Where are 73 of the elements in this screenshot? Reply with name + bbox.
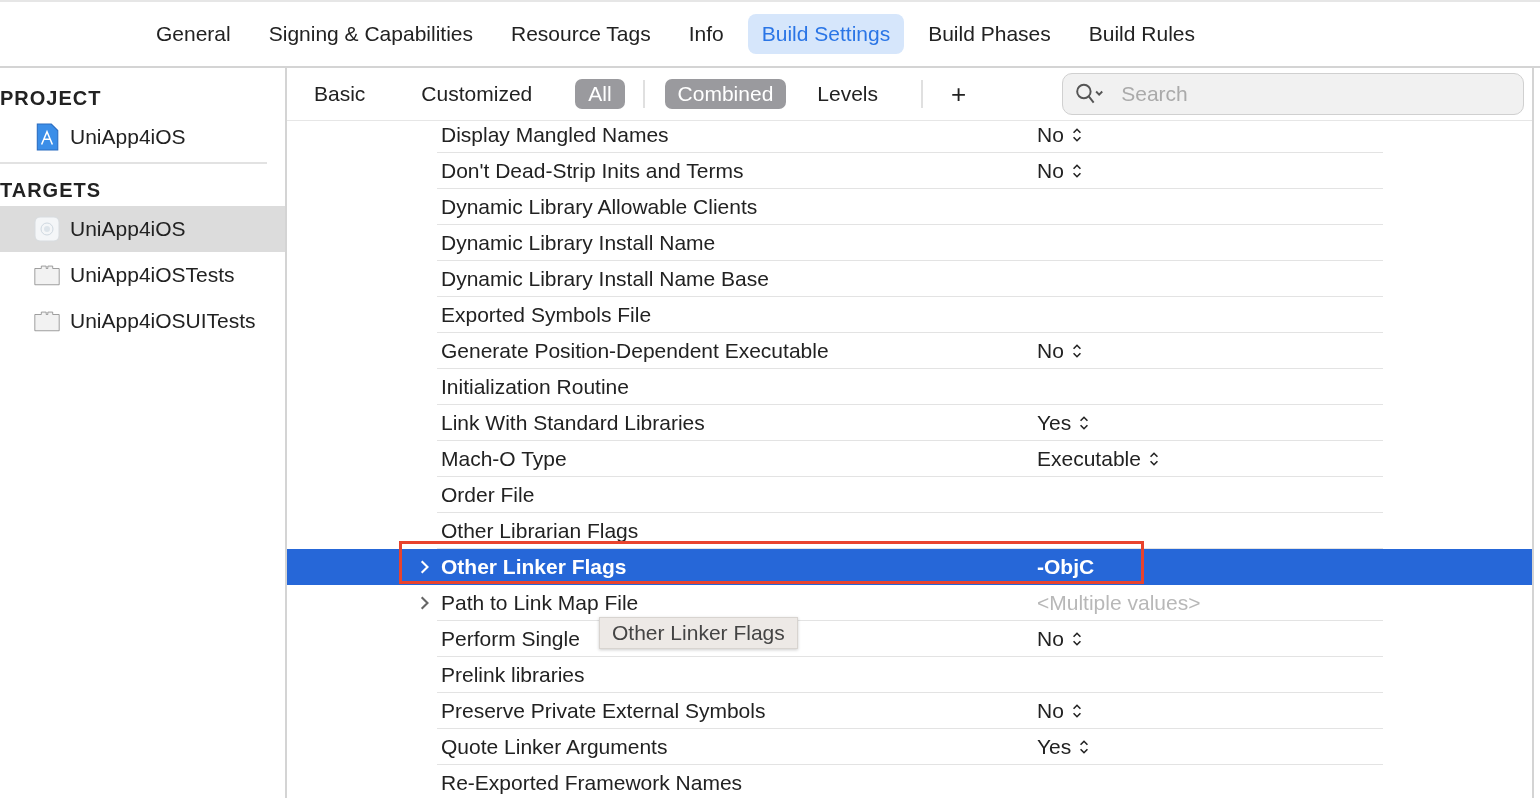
setting-name: Dynamic Library Install Name Base xyxy=(441,266,769,290)
setting-name: Quote Linker Arguments xyxy=(441,734,668,758)
setting-row[interactable]: Don't Dead-Strip Inits and Terms No xyxy=(287,153,1532,189)
tab[interactable]: Info xyxy=(674,14,738,54)
up-down-icon xyxy=(1071,342,1082,359)
setting-value[interactable]: Yes xyxy=(1037,410,1072,435)
setting-name: Dynamic Library Allowable Clients xyxy=(441,194,758,218)
setting-value[interactable]: Executable xyxy=(1037,446,1141,471)
up-down-icon xyxy=(1071,162,1082,179)
setting-value[interactable]: No xyxy=(1037,626,1064,651)
setting-name: Display Mangled Names xyxy=(441,122,669,146)
setting-value[interactable]: No xyxy=(1037,698,1064,723)
setting-row[interactable]: Mach-O Type Executable xyxy=(287,441,1532,477)
setting-name: Mach-O Type xyxy=(441,446,567,470)
tab[interactable]: Build Phases xyxy=(914,14,1065,54)
up-down-icon xyxy=(1071,630,1082,647)
tooltip: Other Linker Flags xyxy=(599,617,798,649)
setting-row[interactable]: Preserve Private External Symbols No xyxy=(287,693,1532,729)
sidebar-item[interactable]: UniApp4iOSTests xyxy=(0,252,285,298)
setting-name: Order File xyxy=(441,482,535,506)
blueprint-file-icon xyxy=(34,123,60,151)
setting-row[interactable]: Quote Linker Arguments Yes xyxy=(287,729,1532,765)
setting-row[interactable]: Re-Exported Framework Names xyxy=(287,765,1532,798)
setting-name: Prelink libraries xyxy=(441,662,585,686)
setting-name: Dynamic Library Install Name xyxy=(441,230,716,254)
setting-name: Link With Standard Libraries xyxy=(441,410,705,434)
setting-value[interactable]: Yes xyxy=(1037,734,1072,759)
tab[interactable]: General xyxy=(142,14,245,54)
setting-row[interactable]: Dynamic Library Allowable Clients xyxy=(287,189,1532,225)
setting-value[interactable]: -ObjC xyxy=(1037,554,1095,579)
setting-name: Re-Exported Framework Names xyxy=(441,770,743,794)
filter-button[interactable]: Basic xyxy=(301,79,379,109)
section-heading: TARGETS xyxy=(0,178,103,203)
setting-row[interactable]: Initialization Routine xyxy=(287,369,1532,405)
app-icon xyxy=(34,215,60,243)
setting-name: Other Linker Flags xyxy=(441,554,627,578)
up-down-icon xyxy=(1071,126,1082,143)
sidebar-item[interactable]: UniApp4iOS xyxy=(0,206,285,252)
view-button[interactable]: Levels xyxy=(804,79,892,109)
setting-row[interactable]: Order File xyxy=(287,477,1532,513)
up-down-icon xyxy=(1079,738,1090,755)
setting-row[interactable]: Exported Symbols File xyxy=(287,297,1532,333)
setting-row[interactable]: Prelink libraries xyxy=(287,657,1532,693)
setting-row[interactable]: Dynamic Library Install Name Base xyxy=(287,261,1532,297)
up-down-icon xyxy=(1071,702,1082,719)
sidebar-item[interactable]: UniApp4iOS xyxy=(0,114,285,160)
up-down-icon xyxy=(1148,450,1159,467)
setting-row[interactable]: Display Mangled Names No xyxy=(287,117,1532,153)
setting-row[interactable]: Dynamic Library Install Name xyxy=(287,225,1532,261)
setting-name: Other Librarian Flags xyxy=(441,518,639,542)
setting-name: Preserve Private External Symbols xyxy=(441,698,766,722)
filter-button[interactable]: Customized xyxy=(408,79,546,109)
setting-value[interactable]: No xyxy=(1037,338,1064,363)
setting-name: Path to Link Map File xyxy=(441,590,639,614)
setting-name: Initialization Routine xyxy=(441,374,629,398)
sidebar-item[interactable]: UniApp4iOSUITests xyxy=(0,298,285,344)
tab[interactable]: Build Rules xyxy=(1074,14,1209,54)
setting-name: Generate Position-Dependent Executable xyxy=(441,338,829,362)
add-button[interactable]: + xyxy=(943,78,975,110)
setting-value[interactable]: No xyxy=(1037,122,1064,147)
search-field[interactable]: Search xyxy=(1062,73,1524,115)
setting-row[interactable]: Other Linker Flags -ObjC xyxy=(287,549,1532,585)
setting-name: Exported Symbols File xyxy=(441,302,652,326)
setting-value[interactable]: No xyxy=(1037,158,1064,183)
setting-row[interactable]: Link With Standard Libraries Yes xyxy=(287,405,1532,441)
up-down-icon xyxy=(1079,414,1090,431)
chevron-icon[interactable] xyxy=(419,595,429,610)
setting-row[interactable]: Generate Position-Dependent Executable No xyxy=(287,333,1532,369)
tab[interactable]: Signing & Capabilities xyxy=(254,14,487,54)
tab[interactable]: Resource Tags xyxy=(497,14,665,54)
setting-name: Perform Single xyxy=(441,626,580,650)
setting-name: Don't Dead-Strip Inits and Terms xyxy=(441,158,744,182)
section-heading: PROJECT xyxy=(0,86,103,111)
